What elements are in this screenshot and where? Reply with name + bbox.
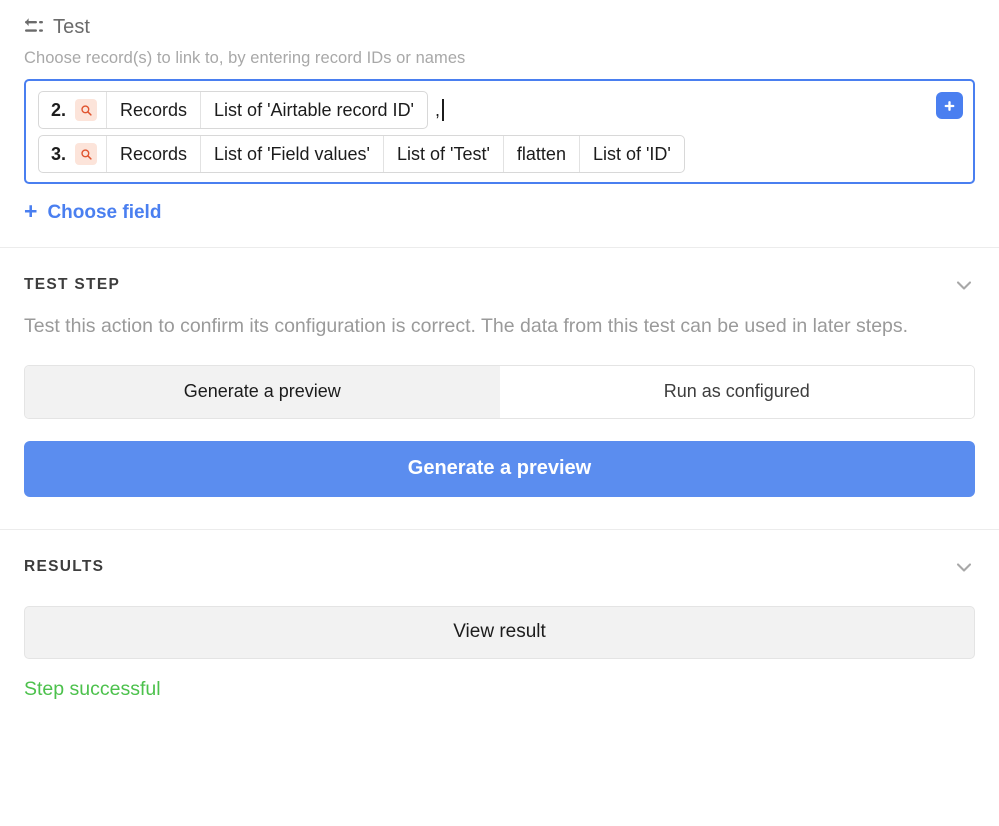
sliders-icon [24, 17, 44, 37]
token-chip-segment: flatten [502, 136, 579, 172]
search-icon [75, 143, 98, 165]
token-chip-step: 2. [39, 92, 106, 128]
token-chip-step: 3. [39, 136, 106, 172]
test-step-title: TEST STEP [24, 276, 121, 293]
test-step-header: TEST STEP [24, 248, 975, 296]
chevron-down-icon[interactable] [953, 274, 975, 296]
token-chip-segment: List of 'ID' [578, 136, 684, 172]
test-mode-segmented-control[interactable]: Generate a preview Run as configured [24, 364, 975, 419]
results-header: RESULTS [24, 530, 975, 578]
add-token-button[interactable] [936, 92, 963, 119]
token-chip-segment: Records [106, 92, 200, 128]
token-chip-segment: List of 'Airtable record ID' [200, 92, 427, 128]
field-help-text: Choose record(s) to link to, by entering… [24, 49, 466, 67]
view-result-button[interactable]: View result [24, 605, 975, 659]
field-title-row: Test [24, 14, 975, 40]
record-link-token-input[interactable]: 2. Records List of 'Airtable record ID' … [24, 79, 975, 184]
token-chip[interactable]: 3. Records List of 'Field values' List o… [38, 135, 685, 173]
plus-icon: + [24, 198, 38, 224]
plus-icon [944, 100, 955, 111]
generate-preview-button[interactable]: Generate a preview [24, 440, 975, 497]
choose-field-button[interactable]: + Choose field [24, 198, 162, 224]
step-status-text: Step successful [24, 677, 161, 700]
token-rows: 2. Records List of 'Airtable record ID' … [38, 90, 928, 173]
test-mode-run-as-configured[interactable]: Run as configured [499, 365, 974, 418]
field-title: Test [53, 15, 91, 38]
test-step-section: TEST STEP Test this action to confirm it… [0, 248, 999, 529]
token-chip[interactable]: 2. Records List of 'Airtable record ID' [38, 91, 428, 129]
token-separator-text: , [435, 100, 441, 120]
choose-field-label: Choose field [47, 201, 162, 223]
field-config-section: Test Choose record(s) to link to, by ent… [0, 0, 999, 247]
token-line: 2. Records List of 'Airtable record ID' … [38, 91, 928, 129]
token-chip-segment: List of 'Field values' [200, 136, 383, 172]
token-step-number: 2. [51, 100, 67, 120]
token-chip-segment: Records [106, 136, 200, 172]
test-mode-generate-preview[interactable]: Generate a preview [25, 365, 500, 418]
test-step-description: Test this action to confirm its configur… [24, 315, 909, 337]
token-step-number: 3. [51, 144, 67, 164]
token-chip-segment: List of 'Test' [383, 136, 503, 172]
search-icon [75, 99, 98, 121]
results-title: RESULTS [24, 557, 105, 575]
token-line: 3. Records List of 'Field values' List o… [38, 135, 928, 173]
text-caret [442, 99, 444, 121]
results-section: RESULTS View result Step successful [0, 530, 999, 701]
chevron-down-icon[interactable] [953, 556, 975, 578]
